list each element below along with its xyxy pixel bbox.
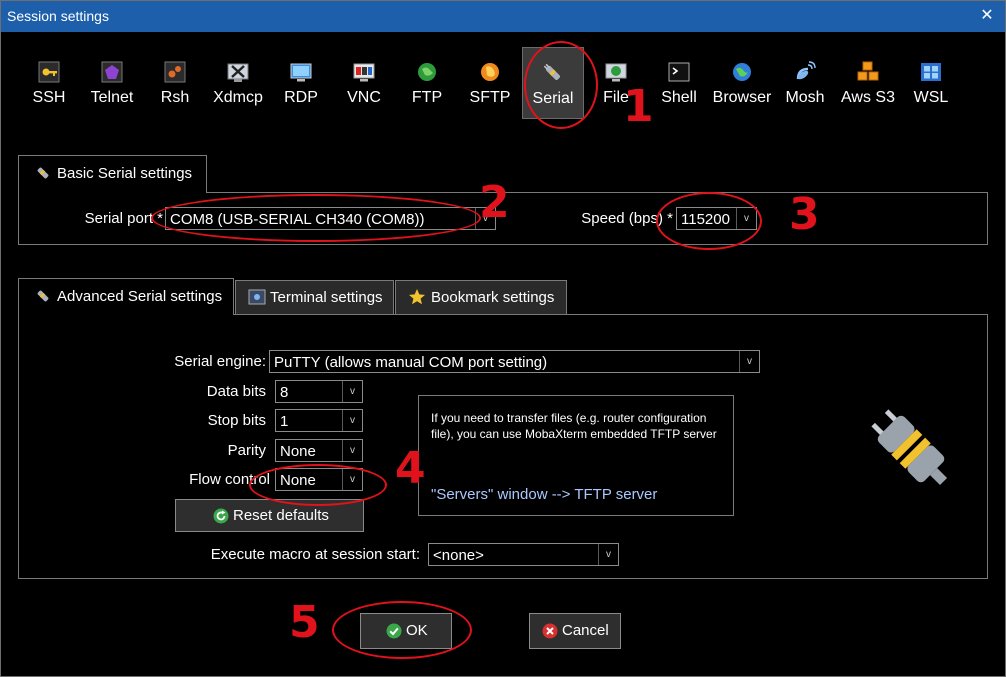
- annotation-number-2: 2: [479, 177, 510, 228]
- vnc-icon: [353, 61, 375, 83]
- session-type-mosh[interactable]: Mosh: [774, 47, 836, 119]
- parity-select[interactable]: None v: [275, 439, 363, 462]
- globe-icon: [416, 61, 438, 83]
- windows-icon: [920, 61, 942, 83]
- chevron-down-icon[interactable]: v: [598, 544, 618, 565]
- annotation-circle-ok: [332, 601, 472, 659]
- data-bits-select[interactable]: 8 v: [275, 380, 363, 403]
- session-type-vnc[interactable]: VNC: [333, 47, 395, 119]
- rdp-icon: [290, 61, 312, 83]
- tab-advanced-serial-settings[interactable]: Advanced Serial settings: [18, 278, 234, 315]
- reset-defaults-label: Reset defaults: [233, 506, 329, 524]
- telnet-icon: [101, 61, 123, 83]
- session-type-xdmcp[interactable]: Xdmcp: [207, 47, 269, 119]
- file-icon: [605, 61, 627, 83]
- satellite-icon: [794, 61, 816, 83]
- xdmcp-icon: [227, 61, 249, 83]
- session-type-rsh[interactable]: Rsh: [144, 47, 206, 119]
- annotation-circle-flow-control: [249, 464, 387, 506]
- session-type-rdp[interactable]: RDP: [270, 47, 332, 119]
- session-type-bar: SSH Telnet Rsh Xdmcp RDP VNC FTP SFTP Se…: [1, 41, 1005, 123]
- annotation-number-1: 1: [623, 81, 654, 132]
- session-type-telnet[interactable]: Telnet: [81, 47, 143, 119]
- key-icon: [38, 61, 60, 83]
- chevron-down-icon[interactable]: v: [342, 440, 362, 461]
- annotation-circle-serial-port: [151, 194, 481, 242]
- chevron-down-icon[interactable]: v: [342, 410, 362, 431]
- sftp-icon: [479, 61, 501, 83]
- annotation-circle-serial: [524, 41, 598, 129]
- session-type-wsl[interactable]: WSL: [900, 47, 962, 119]
- annotation-circle-speed: [656, 192, 762, 250]
- session-type-browser[interactable]: Browser: [711, 47, 773, 119]
- data-bits-value: 8: [280, 384, 289, 401]
- tftp-server-link[interactable]: "Servers" window --> TFTP server: [431, 486, 657, 503]
- tab-label: Advanced Serial settings: [57, 288, 223, 305]
- annotation-number-5: 5: [289, 597, 320, 648]
- chevron-down-icon[interactable]: v: [739, 351, 759, 372]
- title-bar[interactable]: Session settings ✕: [1, 1, 1005, 32]
- terminal-settings-icon: [248, 288, 266, 306]
- annotation-number-4: 4: [395, 443, 426, 494]
- parity-value: None: [280, 443, 316, 460]
- terminal-icon: [668, 61, 690, 83]
- tab-bookmark-settings[interactable]: Bookmark settings: [395, 280, 567, 314]
- macro-select[interactable]: <none> v: [428, 543, 619, 566]
- stop-bits-value: 1: [280, 413, 289, 430]
- cubes-icon: [857, 61, 879, 83]
- close-button[interactable]: ✕: [975, 4, 999, 28]
- tab-label: Bookmark settings: [431, 289, 555, 306]
- star-icon: [408, 288, 426, 306]
- session-type-ftp[interactable]: FTP: [396, 47, 458, 119]
- session-type-shell[interactable]: Shell: [648, 47, 710, 119]
- chevron-down-icon[interactable]: v: [342, 381, 362, 402]
- macro-value: <none>: [433, 547, 484, 564]
- data-bits-label: Data bits: [206, 383, 266, 400]
- serial-plug-large-icon: [863, 401, 959, 497]
- cancel-button[interactable]: Cancel: [529, 613, 621, 649]
- session-type-sftp[interactable]: SFTP: [459, 47, 521, 119]
- session-type-ssh[interactable]: SSH: [18, 47, 80, 119]
- serial-engine-label: Serial engine:: [174, 353, 266, 370]
- tab-terminal-settings[interactable]: Terminal settings: [235, 280, 394, 314]
- tab-basic-serial-settings[interactable]: Basic Serial settings: [18, 155, 207, 193]
- serial-plug-icon: [34, 164, 52, 182]
- window-title: Session settings: [7, 8, 109, 24]
- serial-plug-icon: [34, 287, 52, 305]
- session-settings-window: Session settings ✕ SSH Telnet Rsh Xdmcp …: [0, 0, 1006, 677]
- session-type-aws-s3[interactable]: Aws S3: [837, 47, 899, 119]
- serial-engine-select[interactable]: PuTTY (allows manual COM port setting) v: [269, 350, 760, 373]
- annotation-number-3: 3: [789, 189, 820, 240]
- serial-port-label: Serial port *: [84, 210, 163, 227]
- rsh-icon: [164, 61, 186, 83]
- session-type-label: WSL: [913, 89, 949, 106]
- stop-bits-label: Stop bits: [207, 412, 266, 429]
- tab-label: Basic Serial settings: [57, 165, 193, 182]
- parity-label: Parity: [227, 442, 266, 459]
- tftp-info-box: If you need to transfer files (e.g. rout…: [418, 395, 734, 516]
- macro-label: Execute macro at session start:: [210, 546, 420, 563]
- cancel-x-icon: [542, 623, 558, 639]
- stop-bits-select[interactable]: 1 v: [275, 409, 363, 432]
- refresh-icon: [213, 508, 229, 524]
- cancel-label: Cancel: [562, 622, 609, 639]
- browser-globe-icon: [731, 61, 753, 83]
- tab-label: Terminal settings: [270, 289, 383, 306]
- serial-engine-value: PuTTY (allows manual COM port setting): [274, 354, 548, 371]
- tftp-info-text: If you need to transfer files (e.g. rout…: [431, 411, 717, 441]
